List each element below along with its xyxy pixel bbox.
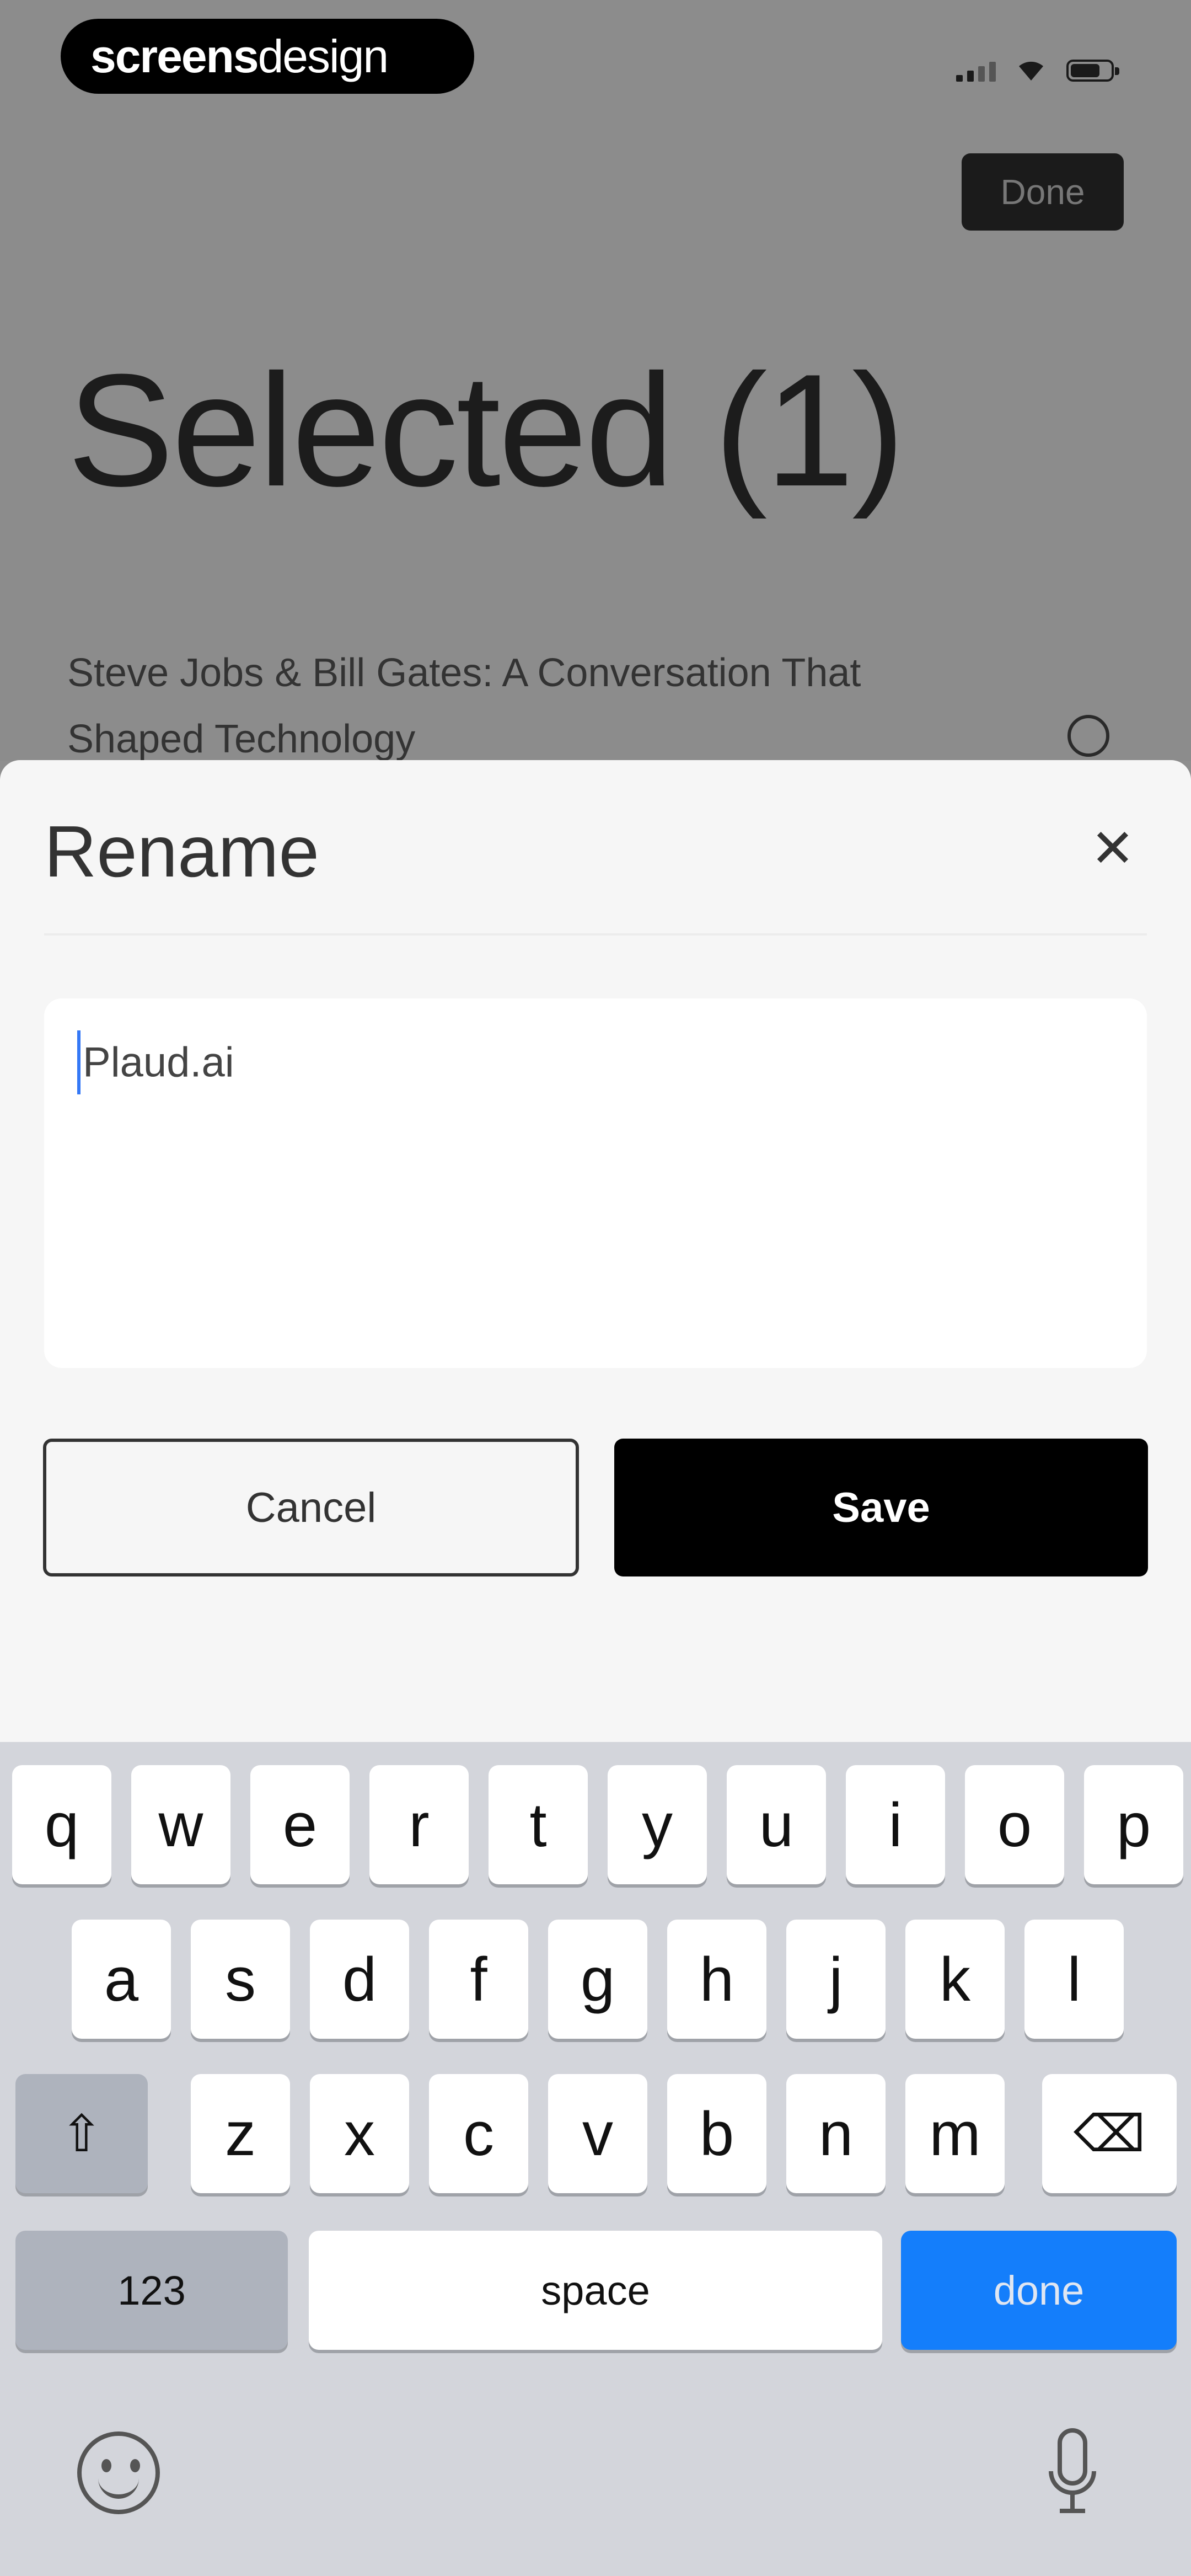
logo-bold-text: screens [90,30,259,82]
page-title: Selected (1) [67,341,905,520]
name-input-value: Plaud.ai [83,1039,234,1086]
key-x[interactable]: x [310,2074,409,2193]
microphone-icon[interactable] [1048,2427,1097,2521]
key-q[interactable]: q [12,1765,111,1884]
save-button[interactable]: Save [614,1439,1148,1576]
key-k[interactable]: k [905,1920,1005,2039]
key-i[interactable]: i [846,1765,945,1884]
key-p[interactable]: p [1084,1765,1183,1884]
select-radio-icon[interactable] [1067,715,1109,757]
key-m[interactable]: m [905,2074,1005,2193]
cancel-button[interactable]: Cancel [43,1439,579,1576]
key-w[interactable]: w [131,1765,230,1884]
key-s[interactable]: s [191,1920,290,2039]
sheet-title: Rename [44,811,319,892]
shift-icon: ⇧ [60,2104,103,2163]
battery-icon [1066,60,1119,82]
status-bar [956,55,1119,82]
delete-icon: ⌫ [1073,2104,1146,2163]
text-caret [77,1030,81,1094]
close-icon[interactable]: ✕ [1085,821,1140,876]
key-d[interactable]: d [310,1920,409,2039]
shift-key[interactable]: ⇧ [15,2074,148,2193]
divider [44,933,1147,936]
key-y[interactable]: y [608,1765,707,1884]
list-item-title[interactable]: Steve Jobs & Bill Gates: A Conversation … [67,640,1005,772]
key-g[interactable]: g [548,1920,647,2039]
background-screen: screensdesign Done Selected (1) Steve Jo… [0,0,1191,761]
key-h[interactable]: h [667,1920,766,2039]
key-t[interactable]: t [489,1765,588,1884]
key-o[interactable]: o [965,1765,1064,1884]
numbers-key[interactable]: 123 [15,2231,288,2350]
done-key[interactable]: done [901,2231,1177,2350]
key-z[interactable]: z [191,2074,290,2193]
delete-key[interactable]: ⌫ [1042,2074,1177,2193]
key-j[interactable]: j [786,1920,886,2039]
name-input[interactable]: Plaud.ai [44,998,1147,1368]
space-key[interactable]: space [309,2231,882,2350]
wifi-icon [1019,61,1043,81]
key-e[interactable]: e [250,1765,350,1884]
key-v[interactable]: v [548,2074,647,2193]
screensdesign-logo: screensdesign [61,19,474,94]
key-c[interactable]: c [429,2074,528,2193]
logo-light-text: design [257,30,389,82]
key-n[interactable]: n [786,2074,886,2193]
key-f[interactable]: f [429,1920,528,2039]
key-b[interactable]: b [667,2074,766,2193]
key-r[interactable]: r [369,1765,469,1884]
rename-sheet: Rename ✕ Plaud.ai Cancel Save [0,760,1191,1742]
key-a[interactable]: a [72,1920,171,2039]
emoji-icon[interactable] [77,2431,160,2514]
signal-icon [956,57,996,82]
key-u[interactable]: u [727,1765,826,1884]
done-button[interactable]: Done [962,153,1124,231]
key-l[interactable]: l [1024,1920,1124,2039]
